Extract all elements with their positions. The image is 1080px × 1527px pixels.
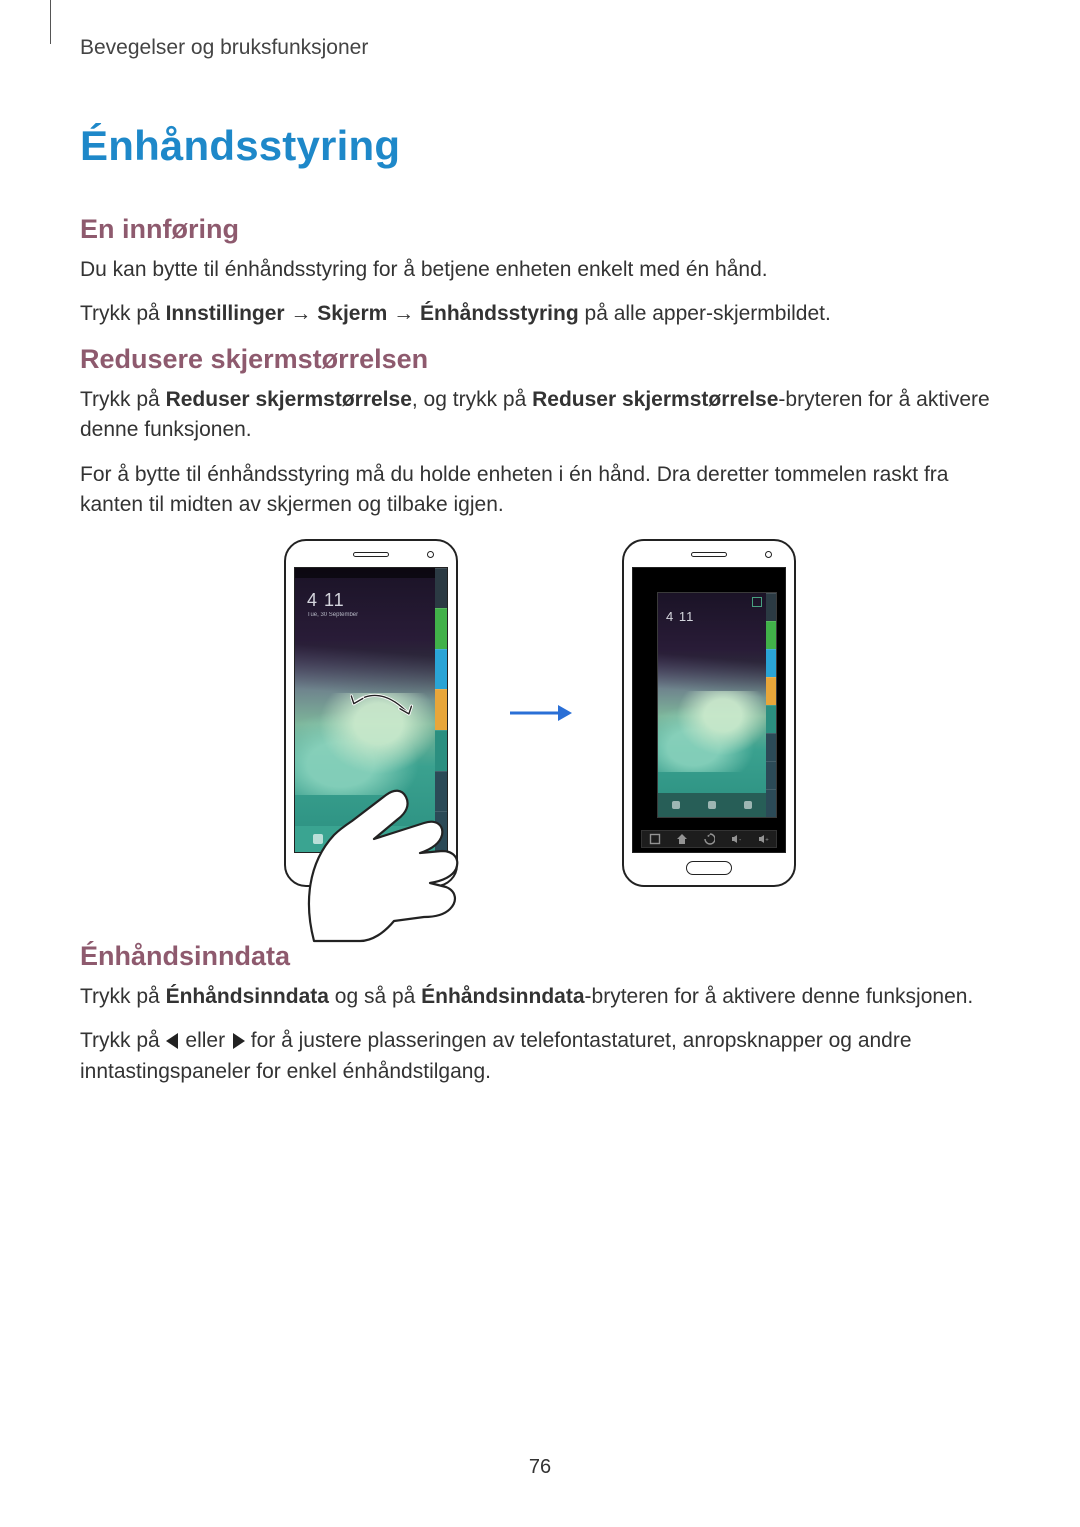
text: på alle apper-skjermbildet. (579, 302, 831, 325)
phone-illustration-after: 4 11 - + (622, 539, 796, 887)
onehand-paragraph-2: Trykk på eller for å justere plasseringe… (80, 1026, 1000, 1087)
dock (658, 793, 766, 817)
figure-row: 4 11 Tue, 30 September (80, 539, 1000, 887)
text: Trykk på (80, 302, 166, 325)
phone-speaker-icon (691, 552, 727, 557)
svg-text:+: + (765, 837, 769, 843)
home-icon (676, 833, 688, 845)
recents-icon (649, 833, 661, 845)
margin-rule (50, 0, 51, 44)
section-heading-reduce: Redusere skjermstørrelsen (80, 344, 1000, 375)
text: Trykk på (80, 985, 166, 1008)
arrow-right-icon (508, 701, 572, 725)
phone-screen-reduced: 4 11 - + (632, 567, 786, 853)
clock-date: Tue, 30 September (307, 612, 358, 618)
page-title: Énhåndsstyring (80, 122, 1000, 170)
onehand-input-label: Énhåndsinndata (166, 985, 329, 1008)
reduce-size-label: Reduser skjermstørrelse (166, 388, 412, 411)
reduce-paragraph-2: For å bytte til énhåndsstyring må du hol… (80, 460, 1000, 521)
reduced-window: 4 11 (657, 592, 777, 818)
text: eller (180, 1029, 231, 1052)
triangle-right-icon (233, 1033, 245, 1049)
edge-panel (766, 593, 776, 817)
section-heading-intro: En innføring (80, 214, 1000, 245)
text: -bryteren for å aktivere denne funksjone… (585, 985, 974, 1008)
dock-icon (708, 801, 716, 809)
text: Trykk på (80, 1029, 166, 1052)
screen-label: Skjerm (317, 302, 387, 325)
phone-speaker-icon (353, 552, 389, 557)
status-bar (295, 568, 447, 578)
reduce-size-label: Reduser skjermstørrelse (532, 388, 778, 411)
dock-icon (672, 801, 680, 809)
dock-icon (744, 801, 752, 809)
svg-text:-: - (739, 837, 742, 844)
clock-text: 4 11 (666, 609, 694, 624)
resize-handle-icon (752, 597, 762, 607)
triangle-left-icon (166, 1033, 178, 1049)
home-button-icon (686, 861, 732, 875)
wallpaper (658, 593, 776, 817)
page-content: Bevegelser og bruksfunksjoner Énhåndssty… (0, 0, 1080, 1087)
onehand-input-label: Énhåndsinndata (421, 985, 584, 1008)
text: Trykk på (80, 388, 166, 411)
running-head: Bevegelser og bruksfunksjoner (80, 36, 1000, 60)
onehand-label: Énhåndsstyring (420, 302, 579, 325)
volume-up-icon: + (757, 833, 769, 845)
text: og så på (329, 985, 421, 1008)
arrow-sep: → (285, 302, 318, 325)
phone-sensor-icon (427, 551, 434, 558)
section-heading-onehand-input: Énhåndsinndata (80, 941, 1000, 972)
reduce-paragraph-1: Trykk på Reduser skjermstørrelse, og try… (80, 385, 1000, 446)
clock-text: 4 11 (307, 590, 345, 611)
back-icon (703, 833, 715, 845)
intro-paragraph-1: Du kan bytte til énhåndsstyring for å be… (80, 255, 1000, 285)
page-number: 76 (0, 1456, 1080, 1479)
text: , og trykk på (412, 388, 532, 411)
settings-label: Innstillinger (166, 302, 285, 325)
intro-paragraph-2: Trykk på Innstillinger → Skjerm → Énhånd… (80, 299, 1000, 329)
arrow-sep: → (387, 302, 420, 325)
volume-down-icon: - (730, 833, 742, 845)
soft-nav-bar: - + (641, 830, 777, 848)
hand-icon (274, 703, 514, 943)
onehand-paragraph-1: Trykk på Énhåndsinndata og så på Énhånds… (80, 982, 1000, 1012)
phone-sensor-icon (765, 551, 772, 558)
phone-illustration-before: 4 11 Tue, 30 September (284, 539, 458, 887)
